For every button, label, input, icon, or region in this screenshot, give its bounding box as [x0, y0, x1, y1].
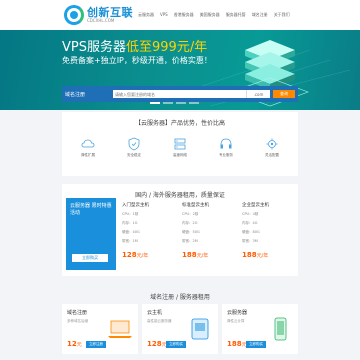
card-price: 128元	[147, 340, 167, 348]
advantages-section: 【云服务器】产品优势，性价比高 弹性扩展 安全稳定 高速网络 专业服务 灵活配置	[62, 112, 298, 176]
product-card[interactable]: 域名注册 多种域名后缀 12元 立即注册	[62, 304, 138, 354]
card-price: 12元	[67, 340, 82, 348]
nav-item[interactable]: 首页	[124, 12, 132, 18]
banner-dot[interactable]	[150, 102, 160, 104]
plan-price-value: 188	[182, 251, 197, 259]
nav-item[interactable]: 关于我们	[274, 12, 290, 18]
nav-item[interactable]: 域名注册	[252, 12, 268, 18]
plan-spec: 带宽：2M	[182, 239, 198, 243]
feature-list: 弹性扩展 安全稳定 高速网络 专业服务 灵活配置	[68, 136, 292, 158]
banner-dot[interactable]	[163, 102, 173, 104]
plan-spec: 带宽：3M	[242, 239, 258, 243]
plan-spec: CPU：1核	[122, 212, 139, 216]
feature-item: 弹性扩展	[68, 136, 108, 158]
card-title: 域名注册	[67, 310, 88, 316]
plan-price-unit: 元/年	[136, 253, 149, 259]
card-title: 云主机	[147, 310, 163, 316]
feature-item: 安全稳定	[114, 136, 154, 158]
plan-price: 128元/年	[122, 251, 174, 259]
phone-illustration	[267, 316, 293, 342]
tablet-illustration	[187, 316, 213, 342]
page: 创新互联 CDCXHL.COM 首页 云服务器 VPS 香港服务器 美国服务器 服务器托管…	[0, 0, 360, 360]
banner-title-highlight: 低至999元/年	[126, 40, 208, 55]
logo-domain: CDCXHL.COM	[87, 18, 115, 23]
gear-icon	[265, 136, 279, 150]
plan-card[interactable]: 入门型云主机 CPU：1核 内存：1G 硬盘：40G 带宽：1M 128元/年	[122, 202, 174, 259]
plan-spec: CPU：2核	[182, 212, 199, 216]
domain-search-bar: 域名注册 .com 查询	[62, 86, 298, 102]
plan-price-value: 128	[122, 251, 137, 259]
banner-subtitle: 免费备案+独立IP，秒级开通，价格实惠！	[62, 56, 212, 65]
banner-title: VPS服务器低至999元/年	[62, 36, 207, 55]
feature-item: 高速网络	[160, 136, 200, 158]
plan-spec: 带宽：1M	[122, 239, 138, 243]
plan-spec: 内存：4G	[242, 221, 258, 225]
plan-list: 入门型云主机 CPU：1核 内存：1G 硬盘：40G 带宽：1M 128元/年 标准型云主机…	[122, 202, 294, 259]
top-header: 创新互联 CDCXHL.COM 首页 云服务器 VPS 香港服务器 美国服务器 服务器托管…	[0, 0, 360, 30]
search-button[interactable]: 查询	[273, 90, 295, 98]
banner-title-prefix: VPS服务器	[62, 40, 126, 55]
plan-price-unit: 元/年	[196, 253, 209, 259]
products-title: 域名注册 / 服务器租用	[150, 294, 210, 301]
product-cards: 域名注册 多种域名后缀 12元 立即注册 云主机 高性能云服务器 128元 立即购买 云服务器弹…	[62, 304, 298, 354]
card-price-unit: 元	[76, 342, 82, 348]
site-logo[interactable]: 创新互联 CDCXHL.COM	[64, 5, 133, 25]
card-price-value: 188	[227, 340, 242, 348]
server-plans-section: 国内 / 海外服务器租用，质量保证 云服务器 限时特惠活动 立即购买 入门型云主…	[62, 184, 298, 276]
plan-name: 标准型云主机	[182, 203, 209, 208]
banner-dot[interactable]	[189, 102, 199, 104]
plan-spec: 内存：1G	[122, 221, 138, 225]
product-card[interactable]: 云服务器 弹性云计算 188元 立即购买	[222, 304, 298, 354]
plan-spec: 硬盘：50G	[182, 230, 200, 234]
nav-item[interactable]: VPS	[160, 12, 168, 18]
card-price: 188元	[227, 340, 247, 348]
nav-item[interactable]: 香港服务器	[174, 12, 194, 18]
promo-buy-button[interactable]: 立即购买	[72, 254, 108, 262]
card-price-value: 128	[147, 340, 162, 348]
promo-panel[interactable]: 云服务器 限时特惠活动 立即购买	[66, 198, 116, 270]
main-nav: 首页 云服务器 VPS 香港服务器 美国服务器 服务器托管 域名注册 关于我们	[124, 12, 290, 18]
plan-price-value: 188	[242, 251, 257, 259]
plan-spec: CPU：4核	[242, 212, 259, 216]
product-card[interactable]: 云主机 高性能云服务器 128元 立即购买	[142, 304, 218, 354]
promo-title: 云服务器 限时特惠活动	[70, 203, 112, 216]
nav-item[interactable]: 云服务器	[138, 12, 154, 18]
feature-label: 高速网络	[173, 153, 187, 157]
feature-label: 灵活配置	[265, 153, 279, 157]
laptop-illustration	[107, 316, 133, 342]
card-buy-button[interactable]: 立即购买	[166, 341, 186, 348]
plan-name: 入门型云主机	[122, 203, 149, 208]
card-buy-button[interactable]: 立即购买	[246, 341, 266, 348]
search-label: 域名注册	[65, 91, 86, 98]
cloud-icon	[81, 136, 95, 150]
advantages-title: 【云服务器】产品优势，性价比高	[134, 120, 225, 127]
plan-price: 188元/年	[182, 251, 234, 259]
nav-item[interactable]: 美国服务器	[200, 12, 220, 18]
card-buy-button[interactable]: 立即注册	[86, 341, 106, 348]
feature-item: 专业服务	[206, 136, 246, 158]
logo-mark-icon	[64, 5, 84, 25]
plan-spec: 硬盘：80G	[242, 230, 260, 234]
feature-label: 弹性扩展	[81, 153, 95, 157]
feature-label: 专业服务	[219, 153, 233, 157]
plan-card[interactable]: 标准型云主机 CPU：2核 内存：2G 硬盘：50G 带宽：2M 188元/年	[182, 202, 234, 259]
card-title: 云服务器	[227, 310, 248, 316]
feature-label: 安全稳定	[127, 153, 141, 157]
domain-suffix-select[interactable]: .com	[246, 90, 270, 98]
banner-pager	[150, 102, 199, 104]
plan-name: 企业型云主机	[242, 203, 269, 208]
shield-icon	[127, 136, 141, 151]
feature-item: 灵活配置	[252, 136, 292, 158]
banner-dot[interactable]	[176, 102, 186, 104]
plan-spec: 硬盘：40G	[122, 230, 140, 234]
plan-card[interactable]: 企业型云主机 CPU：4核 内存：4G 硬盘：80G 带宽：3M 188元/年	[242, 202, 294, 259]
card-price-value: 12	[67, 340, 77, 348]
nav-item[interactable]: 服务器托管	[226, 12, 246, 18]
plan-price-unit: 元/年	[256, 253, 269, 259]
plan-spec: 内存：2G	[182, 221, 198, 225]
server-icon	[173, 136, 187, 150]
headset-icon	[219, 136, 233, 150]
domain-search-input[interactable]	[113, 90, 246, 98]
plan-price: 188元/年	[242, 251, 294, 259]
